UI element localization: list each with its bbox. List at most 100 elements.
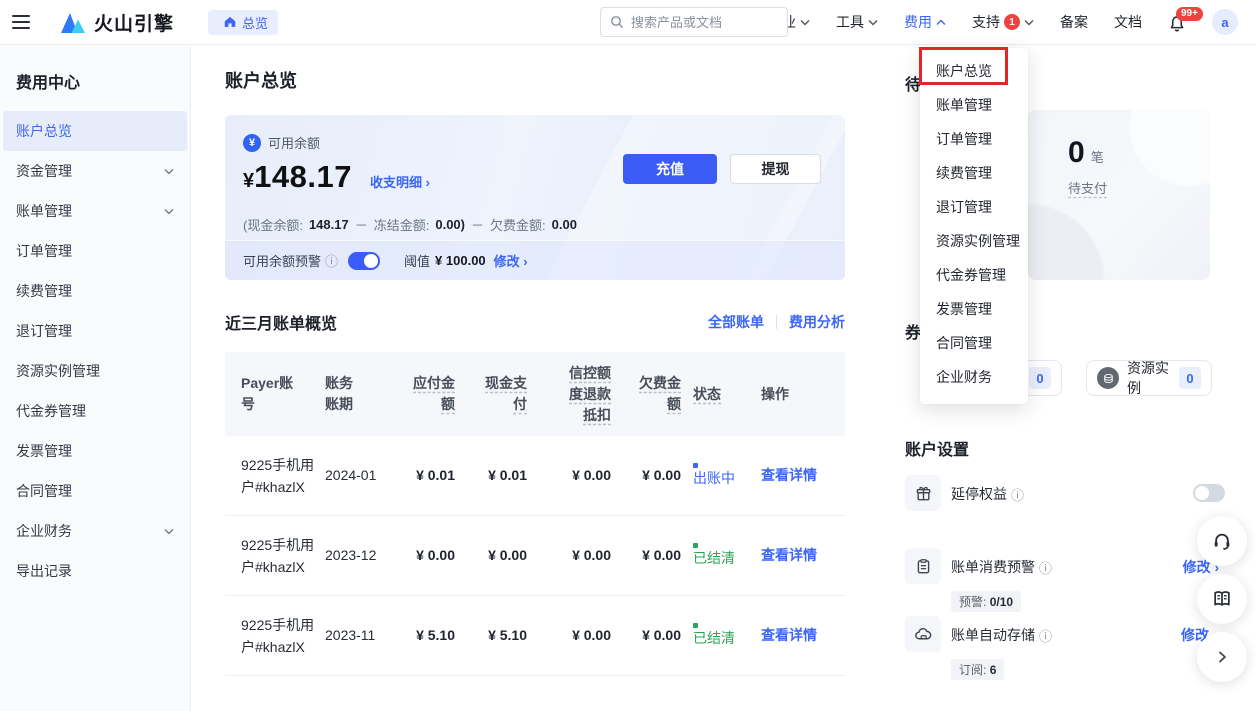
sidebar-item-resource-instances[interactable]: 资源实例管理 <box>0 351 190 391</box>
withdraw-button[interactable]: 提现 <box>730 154 821 184</box>
sidebar-item-label: 企业财务 <box>16 521 72 541</box>
nav-label: 备案 <box>1060 12 1088 32</box>
dropdown-item-enterprise-finance[interactable]: 企业财务 <box>920 360 1028 394</box>
view-detail-link[interactable]: 查看详情 <box>761 547 817 563</box>
status-badge: 出账中 <box>693 468 735 488</box>
dropdown-item-orders[interactable]: 订单管理 <box>920 122 1028 156</box>
setting-label: 账单自动存储 <box>951 625 1035 645</box>
dropdown-item-renewal[interactable]: 续费管理 <box>920 156 1028 190</box>
hamburger-menu-icon[interactable] <box>12 15 30 29</box>
nav-item-tools[interactable]: 工具 <box>836 12 878 32</box>
dropdown-item-resource-instances[interactable]: 资源实例管理 <box>920 224 1028 258</box>
chevron-down-icon <box>868 19 878 26</box>
logo-text: 火山引擎 <box>94 9 174 36</box>
volcengine-logo[interactable]: 火山引擎 <box>58 9 174 36</box>
notifications-button[interactable]: 99+ <box>1168 11 1186 33</box>
grace-period-toggle[interactable] <box>1193 484 1225 502</box>
pending-unit: 笔 <box>1091 147 1104 166</box>
coupon-count-badge: 0 <box>1029 367 1051 389</box>
dropdown-item-coupons[interactable]: 代金券管理 <box>920 258 1028 292</box>
chevron-up-icon <box>936 19 946 26</box>
cell-payer-account: 9225手机用户#khazlX <box>241 454 325 498</box>
resource-instance-button[interactable]: 资源实例 0 <box>1086 360 1212 396</box>
nav-item-billing[interactable]: 费用 <box>904 12 946 32</box>
table-row: 9225手机用户#khazlX 2024-01 ¥ 0.01 ¥ 0.01 ¥ … <box>225 436 845 516</box>
cell-status: 已结清 <box>681 543 747 568</box>
nav-item-support[interactable]: 支持 1 <box>972 12 1034 32</box>
search-input[interactable] <box>631 15 771 30</box>
dropdown-item-invoices[interactable]: 发票管理 <box>920 292 1028 326</box>
view-detail-link[interactable]: 查看详情 <box>761 467 817 483</box>
avatar[interactable]: a <box>1212 9 1238 35</box>
col-header-status[interactable]: 状态 <box>681 384 747 405</box>
table-header-row: Payer账号 账务账期 应付金额 现金支付 信控额度退款抵扣 欠费金额 状态 … <box>225 352 845 436</box>
nav-item-icp[interactable]: 备案 <box>1060 12 1088 32</box>
col-header-cash-payment[interactable]: 现金支付 <box>455 373 527 415</box>
nav-label: 支持 <box>972 12 1000 32</box>
col-header-payer-account: Payer账号 <box>241 373 325 415</box>
chevron-right-icon: › <box>426 175 430 190</box>
sidebar-item-label: 资源实例管理 <box>16 361 100 381</box>
balance-card: ¥ 可用余额 ¥ 148.17 收支明细 › (现金余额:148.17 － 冻结… <box>225 115 845 280</box>
nav-item-docs[interactable]: 文档 <box>1114 12 1142 32</box>
nav-label: 文档 <box>1114 12 1142 32</box>
col-header-payable-amount[interactable]: 应付金额 <box>387 373 455 415</box>
link-label: 修改 <box>494 254 520 269</box>
bills-section-title: 近三月账单概览 <box>225 310 337 334</box>
setting-label: 延停权益 <box>951 484 1007 504</box>
mountain-logo-icon <box>58 10 88 35</box>
cloud-storage-icon <box>905 616 941 652</box>
cost-analysis-link[interactable]: 费用分析 <box>789 312 845 332</box>
open-book-icon <box>1211 588 1233 610</box>
table-row: 9225手机用户#khazlX 2023-11 ¥ 5.10 ¥ 5.10 ¥ … <box>225 596 845 676</box>
dropdown-item-contracts[interactable]: 合同管理 <box>920 326 1028 360</box>
sidebar-item-coupons[interactable]: 代金券管理 <box>0 391 190 431</box>
sidebar-item-export-records[interactable]: 导出记录 <box>0 551 190 591</box>
sidebar-item-unsubscribe[interactable]: 退订管理 <box>0 311 190 351</box>
col-header-credit-refund-offset[interactable]: 信控额度退款抵扣 <box>527 363 611 426</box>
sidebar-item-invoices[interactable]: 发票管理 <box>0 431 190 471</box>
support-count-badge: 1 <box>1004 14 1020 30</box>
cell-cash: ¥ 5.10 <box>455 625 527 646</box>
collapse-panel-button[interactable] <box>1197 632 1247 682</box>
sidebar-item-account-overview[interactable]: 账户总览 <box>3 111 187 151</box>
main-content: 账户总览 ¥ 可用余额 ¥ 148.17 收支明细 › (现金余额:148.17… <box>191 45 1256 711</box>
search-box[interactable] <box>600 7 788 37</box>
view-detail-link[interactable]: 查看详情 <box>761 627 817 643</box>
sidebar-item-enterprise-finance[interactable]: 企业财务 <box>0 511 190 551</box>
setting-row-bill-alert: 账单消费预警 ⓘ 修改 › 预警: 0/10 <box>905 548 1225 608</box>
all-bills-link[interactable]: 全部账单 <box>708 312 764 332</box>
balance-alert-toggle[interactable] <box>348 252 380 270</box>
balance-amount: 148.17 <box>254 159 352 195</box>
sidebar-item-funds[interactable]: 资金管理 <box>0 151 190 191</box>
documentation-button[interactable] <box>1197 574 1247 624</box>
pending-label[interactable]: 待支付 <box>1068 178 1107 197</box>
sidebar-item-label: 账单管理 <box>16 201 72 221</box>
currency-symbol: ¥ <box>243 170 254 193</box>
dropdown-item-account-overview[interactable]: 账户总览 <box>920 54 1028 88</box>
status-badge: 已结清 <box>693 548 735 568</box>
setting-row-bill-storage: 账单自动存储 ⓘ 修改 订阅: 6 <box>905 616 1225 676</box>
info-icon[interactable]: ⓘ <box>325 251 338 270</box>
notification-count-badge: 99+ <box>1176 7 1203 21</box>
sidebar-item-renewal[interactable]: 续费管理 <box>0 271 190 311</box>
col-header-owed-amount[interactable]: 欠费金额 <box>611 373 681 415</box>
overview-tag[interactable]: 总览 <box>208 10 278 35</box>
alert-quota-pill: 预警: 0/10 <box>951 591 1021 612</box>
sidebar-item-contracts[interactable]: 合同管理 <box>0 471 190 511</box>
income-expense-detail-link[interactable]: 收支明细 › <box>370 172 430 191</box>
subscription-count-pill: 订阅: 6 <box>951 659 1004 680</box>
dropdown-item-unsubscribe[interactable]: 退订管理 <box>920 190 1028 224</box>
info-icon[interactable]: ⓘ <box>1039 626 1052 645</box>
modify-threshold-link[interactable]: 修改 › <box>494 251 528 270</box>
dropdown-item-bills[interactable]: 账单管理 <box>920 88 1028 122</box>
bills-table: Payer账号 账务账期 应付金额 现金支付 信控额度退款抵扣 欠费金额 状态 … <box>225 352 845 676</box>
recharge-button[interactable]: 充值 <box>623 154 717 184</box>
chevron-down-icon <box>800 19 810 26</box>
sidebar-item-label: 资金管理 <box>16 161 72 181</box>
info-icon[interactable]: ⓘ <box>1039 558 1052 577</box>
info-icon[interactable]: ⓘ <box>1011 485 1024 504</box>
customer-service-button[interactable] <box>1197 516 1247 566</box>
sidebar-item-orders[interactable]: 订单管理 <box>0 231 190 271</box>
sidebar-item-bills[interactable]: 账单管理 <box>0 191 190 231</box>
